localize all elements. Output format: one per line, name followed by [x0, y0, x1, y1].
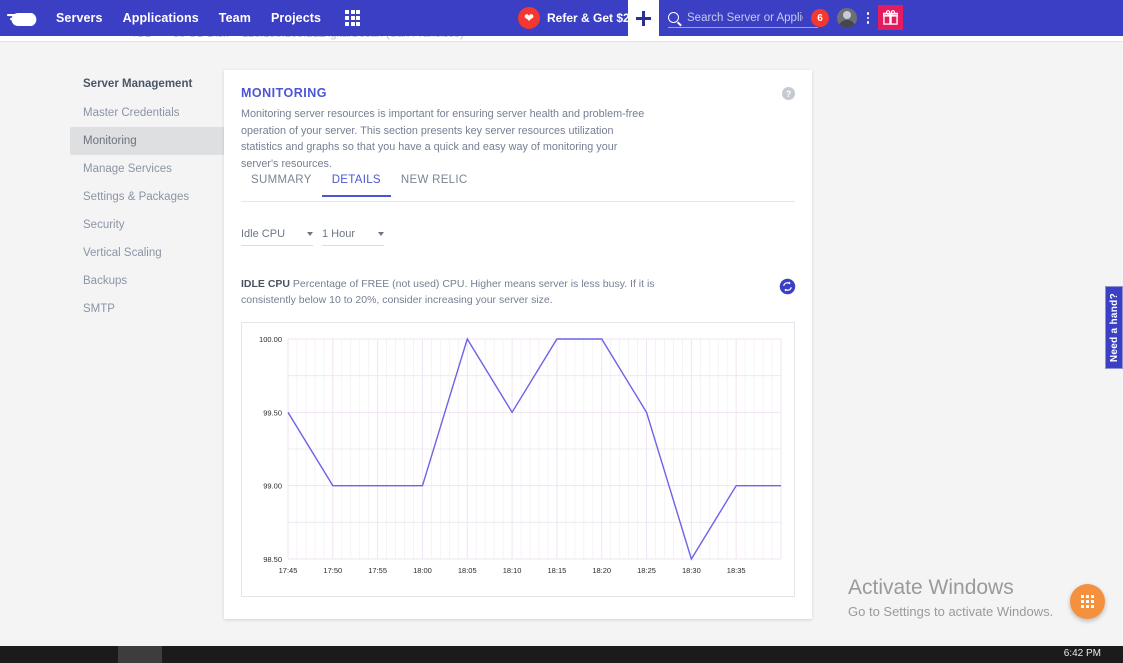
- metric-description-title: IDLE CPU: [241, 278, 290, 290]
- metric-select-value: Idle CPU: [241, 228, 307, 240]
- svg-text:18:35: 18:35: [727, 566, 746, 575]
- watermark-subtitle: Go to Settings to activate Windows.: [848, 604, 1053, 619]
- need-a-hand-tab[interactable]: Need a hand?: [1105, 286, 1123, 369]
- taskbar-clock: 6:42 PM: [1064, 648, 1101, 659]
- grid-apps-icon[interactable]: [1070, 584, 1105, 619]
- refer-and-get-button[interactable]: ❤ Refer & Get $20: [518, 0, 636, 36]
- svg-text:18:20: 18:20: [592, 566, 611, 575]
- svg-text:18:15: 18:15: [548, 566, 567, 575]
- windows-taskbar: 6:42 PM: [0, 646, 1123, 663]
- svg-text:18:30: 18:30: [682, 566, 701, 575]
- avatar-head: [843, 11, 851, 19]
- monitoring-card: MONITORING ? Monitoring server resources…: [224, 70, 812, 619]
- time-range-select[interactable]: 1 Hour: [322, 222, 384, 246]
- more-vertical-icon[interactable]: [862, 9, 874, 27]
- notification-badge[interactable]: 6: [811, 9, 829, 27]
- sidebar-item-master-credentials[interactable]: Master Credentials: [70, 99, 225, 127]
- svg-text:18:25: 18:25: [637, 566, 656, 575]
- svg-text:99.50: 99.50: [263, 408, 282, 417]
- server-management-sidebar: Server Management Master Credentials Mon…: [70, 74, 225, 323]
- chevron-down-icon: [378, 232, 384, 236]
- metric-description-body: Percentage of FREE (not used) CPU. Highe…: [241, 278, 655, 306]
- cloudways-logo[interactable]: [0, 0, 46, 36]
- need-a-hand-label: Need a hand?: [1109, 293, 1120, 362]
- sidebar-item-backups[interactable]: Backups: [70, 267, 225, 295]
- metric-select[interactable]: Idle CPU: [241, 222, 313, 246]
- svg-text:17:55: 17:55: [368, 566, 387, 575]
- time-range-select-value: 1 Hour: [322, 228, 378, 240]
- taskbar-active-window[interactable]: [118, 646, 162, 663]
- svg-text:18:10: 18:10: [503, 566, 522, 575]
- sidebar-item-manage-services[interactable]: Manage Services: [70, 155, 225, 183]
- grid-apps-icon[interactable]: [345, 10, 360, 25]
- search-container[interactable]: [668, 8, 818, 28]
- sidebar-item-monitoring[interactable]: Monitoring: [70, 127, 225, 155]
- tab-new-relic[interactable]: NEW RELIC: [391, 170, 478, 195]
- nav-link-servers[interactable]: Servers: [46, 11, 113, 25]
- svg-text:17:45: 17:45: [279, 566, 298, 575]
- sidebar-item-settings-packages[interactable]: Settings & Packages: [70, 183, 225, 211]
- avatar-body: [838, 20, 856, 28]
- add-new-button[interactable]: [628, 0, 659, 36]
- nav-link-applications[interactable]: Applications: [113, 11, 209, 25]
- sidebar-item-vertical-scaling[interactable]: Vertical Scaling: [70, 239, 225, 267]
- svg-text:18:00: 18:00: [413, 566, 432, 575]
- chart-svg: 98.50 99.00 99.50 100.00 17:45 17:50 17:55 18:0…: [242, 323, 794, 596]
- svg-text:99.00: 99.00: [263, 482, 282, 491]
- sidebar-item-smtp[interactable]: SMTP: [70, 295, 225, 323]
- activate-windows-watermark: Activate Windows Go to Settings to activ…: [848, 576, 1053, 619]
- search-icon: [668, 12, 679, 23]
- svg-text:98.50: 98.50: [263, 555, 282, 564]
- top-navbar: Servers Applications Team Projects ❤ Ref…: [0, 0, 1123, 36]
- watermark-title: Activate Windows: [848, 576, 1053, 600]
- monitoring-tabs: SUMMARY DETAILS NEW RELIC: [241, 170, 795, 202]
- chevron-down-icon: [307, 232, 313, 236]
- idle-cpu-chart: 98.50 99.00 99.50 100.00 17:45 17:50 17:55 18:0…: [241, 322, 795, 597]
- help-question-icon[interactable]: ?: [782, 87, 795, 100]
- monitoring-description: Monitoring server resources is important…: [241, 106, 651, 173]
- metric-description: IDLE CPU Percentage of FREE (not used) C…: [241, 276, 656, 309]
- sidebar-item-security[interactable]: Security: [70, 211, 225, 239]
- svg-text:17:50: 17:50: [323, 566, 342, 575]
- svg-text:100.00: 100.00: [259, 335, 282, 344]
- desktop-background: 4GB 80 GB Disk 128.199.168.211 DigitalOc…: [0, 0, 1123, 663]
- search-input[interactable]: [685, 11, 805, 25]
- heart-icon: ❤: [518, 7, 540, 29]
- gift-icon[interactable]: [878, 5, 903, 30]
- plus-icon: [636, 11, 651, 26]
- avatar[interactable]: [837, 8, 857, 28]
- svg-text:18:05: 18:05: [458, 566, 477, 575]
- page-title: MONITORING: [241, 86, 327, 100]
- refer-label: Refer & Get $20: [547, 11, 636, 25]
- sidebar-title: Server Management: [70, 74, 225, 99]
- tab-summary[interactable]: SUMMARY: [241, 170, 322, 195]
- nav-link-projects[interactable]: Projects: [261, 11, 331, 25]
- refresh-icon[interactable]: [779, 278, 796, 295]
- tab-details[interactable]: DETAILS: [322, 170, 391, 197]
- nav-link-team[interactable]: Team: [209, 11, 261, 25]
